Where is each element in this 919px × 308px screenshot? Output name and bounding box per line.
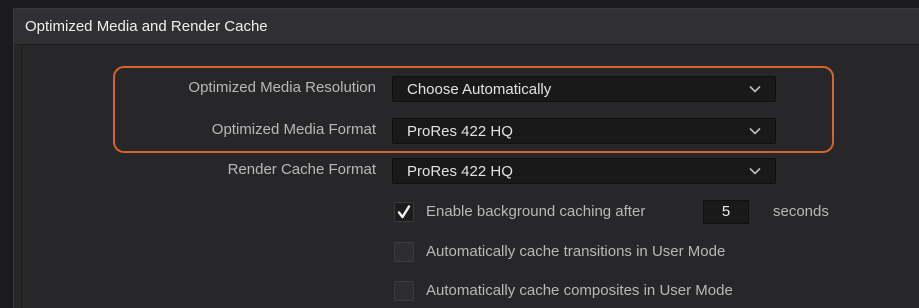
enable-background-caching-checkbox[interactable] (394, 202, 414, 222)
checkmark-icon (397, 205, 411, 219)
highlight-outline (113, 66, 834, 153)
render-cache-format-label: Render Cache Format (227, 161, 376, 178)
cache-composites-checkbox[interactable] (394, 281, 414, 301)
enable-background-caching-label: Enable background caching after (426, 203, 646, 220)
optimized-media-render-cache-panel: Optimized Media and Render Cache Optimiz… (13, 8, 919, 308)
panel-title: Optimized Media and Render Cache (25, 18, 268, 35)
render-cache-format-dropdown[interactable]: ProRes 422 HQ (392, 158, 776, 184)
cache-transitions-label: Automatically cache transitions in User … (426, 243, 726, 260)
panel-content: Optimized Media Resolution Choose Automa… (21, 45, 919, 308)
render-cache-format-value: ProRes 422 HQ (407, 163, 513, 180)
cache-transitions-checkbox[interactable] (394, 242, 414, 262)
panel-header: Optimized Media and Render Cache (14, 9, 919, 45)
background-caching-seconds-input[interactable]: 5 (703, 200, 749, 224)
cache-composites-label: Automatically cache composites in User M… (426, 282, 733, 299)
chevron-down-icon (749, 167, 761, 175)
seconds-unit-label: seconds (773, 203, 829, 220)
